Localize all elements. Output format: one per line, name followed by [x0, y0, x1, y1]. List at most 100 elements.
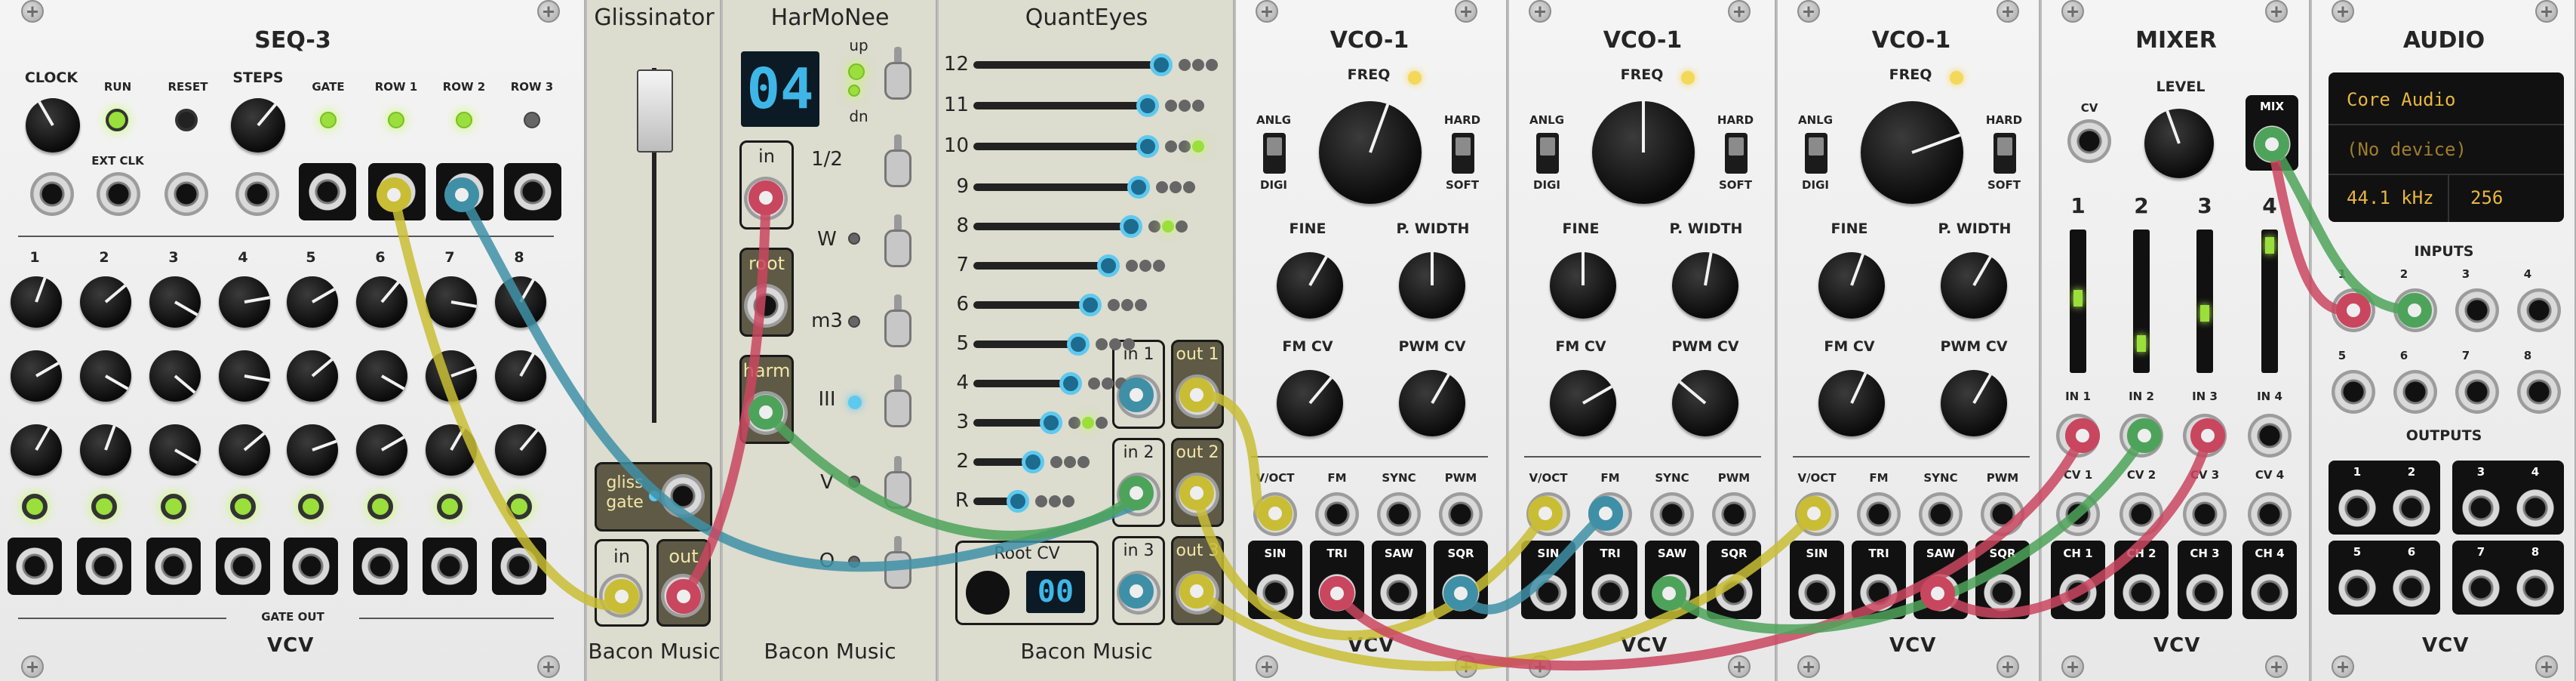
step-2-gate-output-jack[interactable]	[82, 544, 126, 588]
cable-plug[interactable]	[1119, 476, 1154, 510]
fm-cv-knob[interactable]	[1818, 370, 1885, 436]
fine-knob[interactable]	[1550, 252, 1616, 319]
mixer-ch-2-output-jack[interactable]	[2120, 571, 2163, 615]
reset-button[interactable]	[175, 109, 198, 131]
audio-input-4-jack[interactable]	[2517, 288, 2561, 332]
step-1-row2-knob[interactable]	[11, 350, 62, 402]
gate-output-jack[interactable]	[306, 170, 349, 214]
pwm-cv-knob[interactable]	[1399, 370, 1465, 436]
sync-switch[interactable]	[1452, 133, 1474, 174]
clock-knob[interactable]	[26, 98, 80, 153]
gliss-gate-jack[interactable]	[661, 474, 705, 518]
harmonee-root-jack[interactable]	[744, 284, 788, 328]
step-2-row1-knob[interactable]	[80, 276, 131, 328]
audio-input-6-jack[interactable]	[2393, 370, 2437, 414]
fine-knob[interactable]	[1277, 252, 1343, 319]
cable-plug[interactable]	[2255, 127, 2289, 162]
toggle-m3[interactable]	[874, 294, 922, 358]
freq-knob[interactable]	[1861, 101, 1963, 204]
cable-plug[interactable]	[1528, 496, 1563, 531]
cable-plug[interactable]	[444, 177, 479, 212]
audio-input-7-jack[interactable]	[2455, 370, 2499, 414]
cable-plug[interactable]	[1179, 574, 1214, 609]
tri-output-jack[interactable]	[1857, 571, 1901, 615]
step-5-row3-knob[interactable]	[287, 424, 338, 476]
audio-output-2-jack[interactable]	[2390, 486, 2433, 530]
audio-output-5-jack[interactable]	[2335, 566, 2379, 610]
run-button[interactable]	[106, 109, 128, 131]
step-7-gate-button[interactable]	[437, 494, 463, 519]
qe-row-12-slider[interactable]	[1007, 490, 1029, 513]
audio-output-8-jack[interactable]	[2513, 566, 2557, 610]
step-4-row3-knob[interactable]	[219, 424, 270, 476]
qe-row-10-slider[interactable]	[1040, 411, 1062, 434]
step-3-gate-output-jack[interactable]	[152, 544, 195, 588]
qe-row-2-slider[interactable]	[1136, 94, 1159, 117]
cable-plug[interactable]	[2065, 418, 2100, 453]
mixer-in-4-jack[interactable]	[2248, 414, 2292, 458]
mixer-ch-1-output-jack[interactable]	[2056, 571, 2100, 615]
sync-switch[interactable]	[1725, 133, 1748, 174]
sqr-output-jack[interactable]	[1712, 571, 1756, 615]
cable-plug[interactable]	[2397, 293, 2432, 328]
pwm-cv-knob[interactable]	[1941, 370, 2007, 436]
freq-knob[interactable]	[1592, 101, 1695, 204]
step-6-row2-knob[interactable]	[356, 350, 407, 402]
step-8-gate-output-jack[interactable]	[497, 544, 541, 588]
qe-row-5-slider[interactable]	[1120, 215, 1142, 238]
sin-output-jack[interactable]	[1526, 571, 1570, 615]
step-3-row2-knob[interactable]	[149, 350, 201, 402]
step-4-gate-output-jack[interactable]	[221, 544, 265, 588]
step-3-row3-knob[interactable]	[149, 424, 201, 476]
mixer-channel-2-fader[interactable]	[2133, 230, 2150, 373]
cable-plug[interactable]	[666, 579, 701, 614]
cable-plug[interactable]	[377, 177, 411, 212]
step-6-row1-knob[interactable]	[356, 276, 407, 328]
cable-plug[interactable]	[2190, 418, 2225, 453]
step-4-row1-knob[interactable]	[219, 276, 270, 328]
fm-input-jack[interactable]	[1315, 492, 1359, 536]
audio-output-1-jack[interactable]	[2335, 486, 2379, 530]
mixer-channel-1-fader[interactable]	[2070, 230, 2086, 373]
freq-knob[interactable]	[1319, 101, 1422, 204]
steps-knob[interactable]	[231, 98, 285, 153]
step-4-gate-button[interactable]	[230, 494, 256, 519]
sin-output-jack[interactable]	[1253, 571, 1297, 615]
sync-switch[interactable]	[1993, 133, 2016, 174]
audio-device-select[interactable]: (No device)	[2347, 139, 2467, 160]
reset-input-jack[interactable]	[164, 172, 208, 216]
pwidth-knob[interactable]	[1941, 252, 2007, 319]
toggle-iii[interactable]	[874, 374, 922, 438]
audio-output-7-jack[interactable]	[2459, 566, 2503, 610]
pwidth-knob[interactable]	[1672, 252, 1738, 319]
cable-plug[interactable]	[604, 579, 639, 614]
step-2-gate-button[interactable]	[91, 494, 117, 519]
mixer-cv-1-jack[interactable]	[2056, 492, 2100, 536]
fm-input-jack[interactable]	[1857, 492, 1901, 536]
audio-output-6-jack[interactable]	[2390, 566, 2433, 610]
step-1-gate-output-jack[interactable]	[13, 544, 57, 588]
step-6-gate-button[interactable]	[367, 494, 393, 519]
step-7-gate-output-jack[interactable]	[428, 544, 472, 588]
qe-row-8-slider[interactable]	[1067, 333, 1090, 356]
toggle-half[interactable]	[874, 134, 922, 198]
cable-plug[interactable]	[1320, 576, 1354, 611]
step-8-row2-knob[interactable]	[495, 350, 546, 402]
saw-output-jack[interactable]	[1377, 571, 1421, 615]
mixer-ch-3-output-jack[interactable]	[2183, 571, 2227, 615]
cable-plug[interactable]	[1652, 576, 1686, 611]
cable-plug[interactable]	[2336, 293, 2371, 328]
step-2-row3-knob[interactable]	[80, 424, 131, 476]
toggle-o[interactable]	[874, 536, 922, 599]
qe-row-3-slider[interactable]	[1136, 135, 1159, 158]
gliss-slider-handle[interactable]	[637, 69, 673, 153]
audio-input-3-jack[interactable]	[2455, 288, 2499, 332]
step-3-gate-button[interactable]	[161, 494, 186, 519]
cable-plug[interactable]	[1119, 377, 1154, 412]
audio-input-5-jack[interactable]	[2332, 370, 2375, 414]
toggle-v[interactable]	[874, 456, 922, 519]
toggle-w[interactable]	[874, 214, 922, 278]
sync-input-jack[interactable]	[1919, 492, 1963, 536]
step-8-gate-button[interactable]	[506, 494, 532, 519]
step-1-gate-button[interactable]	[22, 494, 48, 519]
